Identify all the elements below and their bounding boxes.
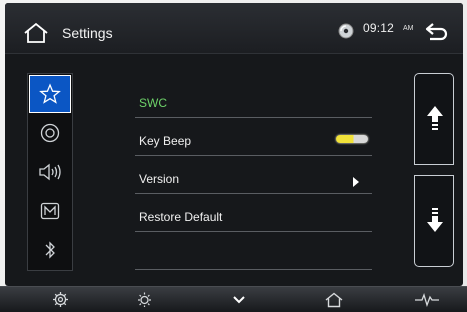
list-item-version[interactable]: Version bbox=[139, 172, 179, 186]
bottom-bar bbox=[0, 286, 467, 312]
bluetooth-icon bbox=[45, 241, 55, 259]
list-divider bbox=[135, 231, 372, 232]
list-divider bbox=[135, 117, 372, 118]
arrow-up-icon bbox=[427, 106, 443, 130]
device-screen: Settings 09:12 AM SWC Key Beep Version R… bbox=[0, 0, 467, 312]
home-button[interactable] bbox=[23, 22, 49, 44]
disc-icon bbox=[40, 123, 60, 143]
home-icon bbox=[24, 22, 48, 43]
clock-time: 09:12 bbox=[363, 21, 395, 35]
back-button[interactable] bbox=[423, 21, 451, 41]
tab-media[interactable] bbox=[29, 114, 71, 152]
tab-bluetooth[interactable] bbox=[29, 231, 71, 269]
chevron-down-icon bbox=[233, 295, 245, 303]
list-divider bbox=[135, 269, 372, 270]
scroll-up-button[interactable] bbox=[414, 73, 454, 165]
m-badge-icon bbox=[40, 202, 60, 220]
list-item-key-beep[interactable]: Key Beep bbox=[139, 134, 191, 148]
home-icon bbox=[325, 292, 343, 307]
tab-general[interactable] bbox=[29, 75, 71, 113]
brightness-icon bbox=[137, 292, 151, 307]
gear-icon bbox=[52, 292, 68, 307]
clock-ampm: AM bbox=[403, 25, 414, 32]
key-beep-toggle[interactable] bbox=[336, 135, 368, 143]
collapse-button[interactable] bbox=[228, 291, 250, 308]
arrow-down-icon bbox=[427, 208, 443, 232]
disc-icon bbox=[338, 23, 354, 39]
equalizer-button[interactable] bbox=[412, 291, 442, 308]
back-arrow-icon bbox=[425, 23, 448, 41]
bottom-home-button[interactable] bbox=[322, 291, 346, 308]
brightness-button[interactable] bbox=[133, 291, 155, 308]
header-bar: Settings 09:12 AM bbox=[5, 3, 463, 54]
list-item-restore-default[interactable]: Restore Default bbox=[139, 210, 222, 224]
scroll-down-button[interactable] bbox=[414, 175, 454, 267]
list-item-swc[interactable]: SWC bbox=[139, 96, 167, 110]
settings-frame: Settings 09:12 AM SWC Key Beep Version R… bbox=[5, 3, 463, 286]
tab-mode[interactable] bbox=[29, 192, 71, 230]
star-icon bbox=[39, 83, 61, 104]
list-divider bbox=[135, 155, 372, 156]
list-divider bbox=[135, 193, 372, 194]
settings-tab-column bbox=[27, 73, 73, 271]
speaker-icon bbox=[39, 163, 61, 181]
settings-button[interactable] bbox=[49, 291, 71, 308]
chevron-right-icon bbox=[353, 177, 359, 187]
waveform-icon bbox=[415, 292, 439, 307]
page-title: Settings bbox=[62, 25, 113, 41]
tab-audio[interactable] bbox=[29, 153, 71, 191]
